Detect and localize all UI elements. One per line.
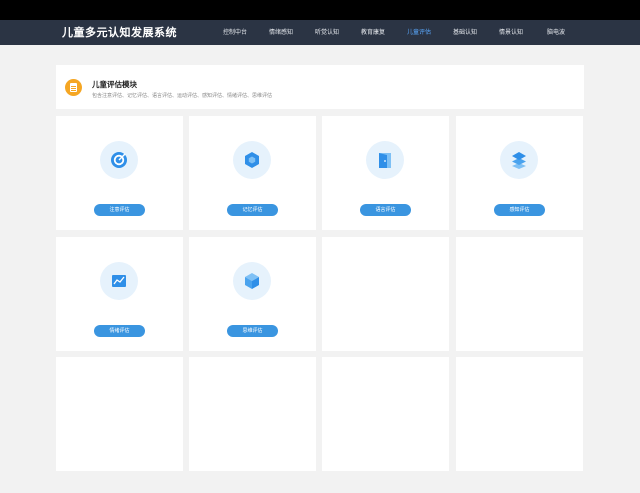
- nav-item-basic-cognition[interactable]: 基础认知: [453, 20, 477, 45]
- memory-assessment-button[interactable]: 记忆评估: [227, 204, 278, 216]
- nav-item-brainwave[interactable]: 脑电波: [547, 20, 565, 45]
- empty-card: [456, 357, 583, 471]
- app-title: 儿童多元认知发展系统: [62, 26, 177, 39]
- module-card-emotion: 情绪评估: [56, 237, 183, 351]
- attention-assessment-button[interactable]: 注意评估: [94, 204, 145, 216]
- door-icon: [366, 141, 404, 179]
- module-card-thinking: 思维评估: [189, 237, 316, 351]
- perception-assessment-button[interactable]: 感知评估: [494, 204, 545, 216]
- clipboard-icon: [65, 79, 82, 96]
- top-black-bar: [0, 0, 640, 20]
- nav-item-education-rehab[interactable]: 教育康复: [361, 20, 385, 45]
- empty-card: [322, 237, 449, 351]
- empty-card: [456, 237, 583, 351]
- cube-icon: [233, 262, 271, 300]
- module-header-card: 儿童评估模块 包含注意评估、记忆评估、语言评估、运动评估、感知评估、情绪评估、思…: [56, 65, 584, 109]
- module-description: 包含注意评估、记忆评估、语言评估、运动评估、感知评估、情绪评估、思维评估: [92, 93, 273, 99]
- module-card-memory: 记忆评估: [189, 116, 316, 230]
- language-assessment-button[interactable]: 语言评估: [360, 204, 411, 216]
- empty-card: [189, 357, 316, 471]
- nav-item-child-assessment[interactable]: 儿童评估: [407, 20, 431, 45]
- module-card-perception: 感知评估: [456, 116, 583, 230]
- module-card-language: 语言评估: [322, 116, 449, 230]
- empty-card: [56, 357, 183, 471]
- line-chart-icon: [100, 262, 138, 300]
- module-card-attention: 注意评估: [56, 116, 183, 230]
- thinking-assessment-button[interactable]: 思维评估: [227, 325, 278, 337]
- module-title: 儿童评估模块: [92, 80, 137, 89]
- layers-icon: [500, 141, 538, 179]
- hexagon-icon: [233, 141, 271, 179]
- top-navbar: 儿童多元认知发展系统 控制中台 情绪感知 听觉认知 教育康复 儿童评估 基础认知…: [0, 20, 640, 45]
- empty-card: [322, 357, 449, 471]
- emotion-assessment-button[interactable]: 情绪评估: [94, 325, 145, 337]
- nav-item-auditory-cognition[interactable]: 听觉认知: [315, 20, 339, 45]
- target-icon: [100, 141, 138, 179]
- nav-item-situational-cognition[interactable]: 情景认知: [499, 20, 523, 45]
- nav-item-emotion-perception[interactable]: 情绪感知: [269, 20, 293, 45]
- nav-item-control-center[interactable]: 控制中台: [223, 20, 247, 45]
